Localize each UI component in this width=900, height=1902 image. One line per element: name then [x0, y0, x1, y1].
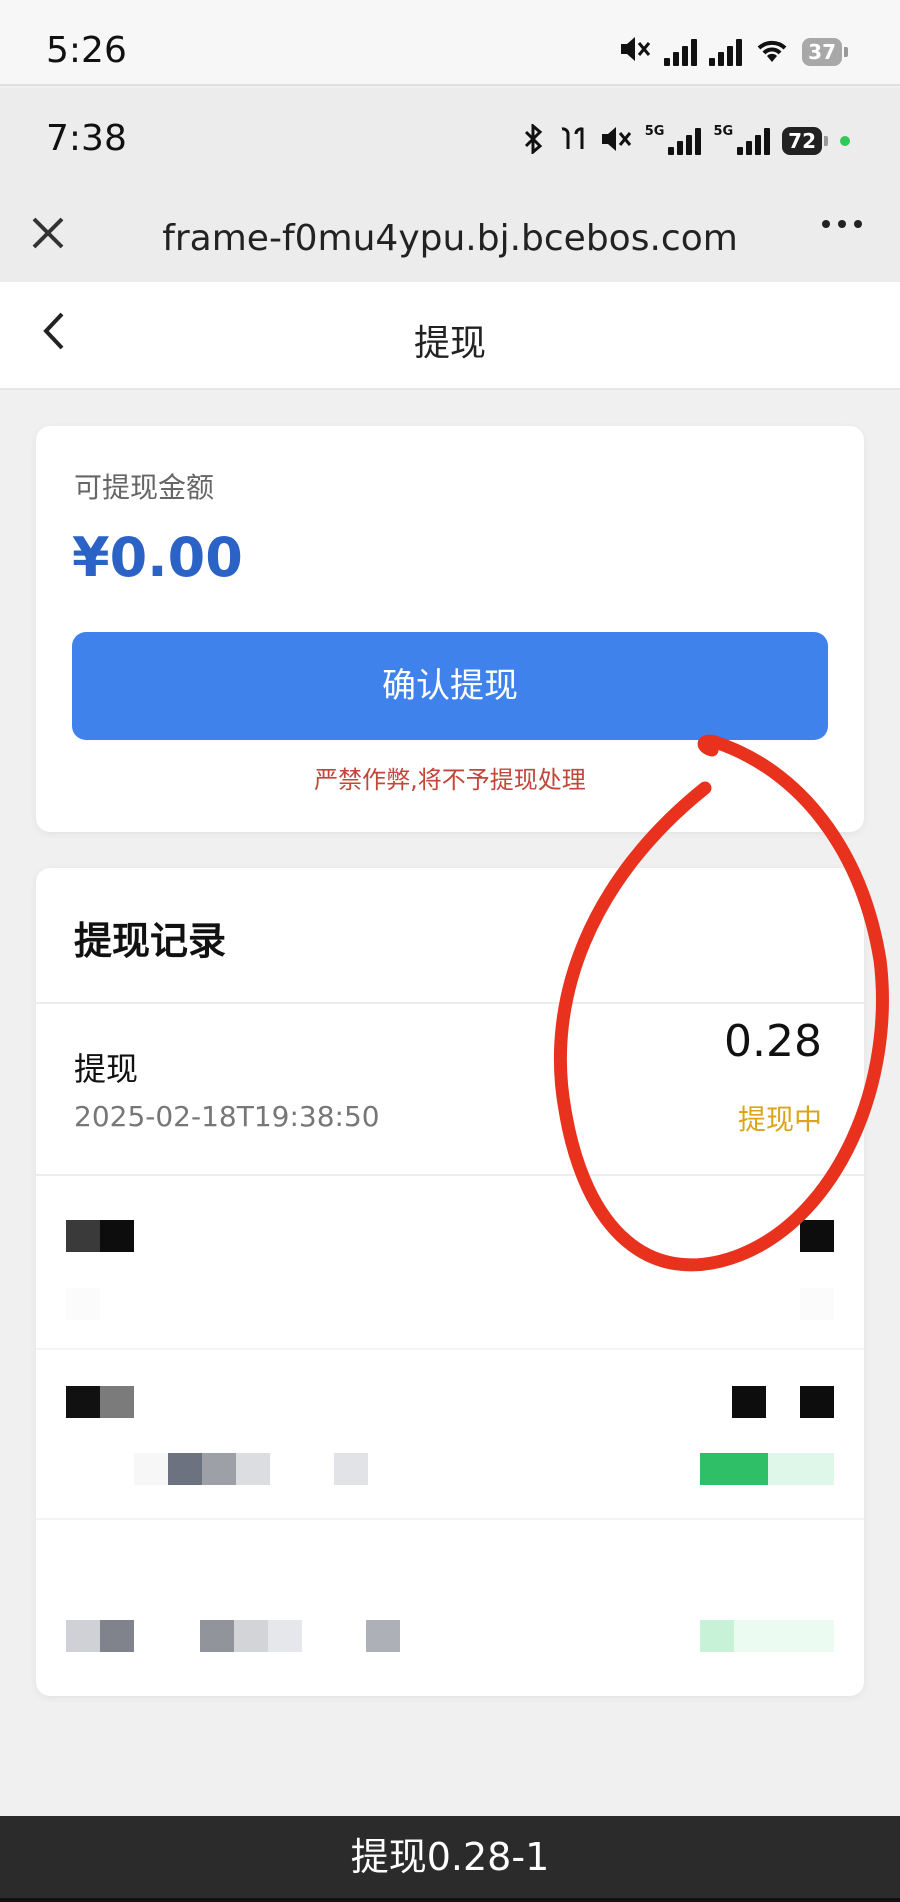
balance-label: 可提现金额: [74, 471, 215, 504]
earbuds-icon: [557, 125, 587, 157]
redaction-block: [66, 1220, 100, 1252]
signal-icon: [668, 127, 702, 155]
redaction-block: [366, 1620, 400, 1652]
redaction-block: [100, 1620, 134, 1652]
redaction-block: [100, 1220, 134, 1252]
mute-icon: [599, 124, 633, 158]
signal-icon-2: [737, 127, 771, 155]
caption-bar: 提现0.28-1: [0, 1816, 900, 1898]
redaction-block: [800, 1386, 834, 1418]
browser-url[interactable]: frame-f0mu4ypu.bj.bcebos.com: [0, 218, 900, 259]
redaction-block: [200, 1620, 234, 1652]
redaction-block: [100, 1386, 134, 1418]
redaction-block: [66, 1288, 100, 1320]
balance-card: 可提现金额 ¥0.00 确认提现 严禁作弊,将不予提现处理: [36, 426, 864, 832]
redaction-block: [700, 1453, 768, 1485]
record-time: 2025-02-18T19:38:50: [74, 1100, 380, 1133]
outer-status-icons: 37: [618, 34, 848, 69]
more-icon[interactable]: [820, 204, 864, 254]
records-title: 提现记录: [74, 919, 227, 963]
battery-icon: 72: [782, 127, 822, 155]
divider: [36, 1174, 864, 1176]
outer-status-bar: 5:26 37: [0, 0, 900, 86]
battery-tip: [844, 46, 848, 57]
redaction-block: [768, 1453, 834, 1485]
redaction-block: [66, 1620, 100, 1652]
confirm-withdraw-button[interactable]: 确认提现: [72, 632, 828, 740]
redaction-block: [134, 1453, 168, 1485]
redaction-block: [700, 1620, 734, 1652]
network-type-2: 5G: [713, 124, 734, 139]
redaction-block: [334, 1453, 368, 1485]
divider: [36, 1348, 864, 1350]
inner-status-time: 7:38: [46, 118, 127, 159]
redaction-block: [800, 1288, 834, 1320]
balance-amount: ¥0.00: [72, 526, 243, 589]
redaction-block: [234, 1620, 268, 1652]
divider: [36, 1002, 864, 1004]
withdraw-records-card: 提现记录 提现 2025-02-18T19:38:50 0.28 提现中: [36, 868, 864, 1696]
redaction-block: [800, 1220, 834, 1252]
browser-url-bar: frame-f0mu4ypu.bj.bcebos.com: [0, 196, 900, 282]
record-label: 提现: [74, 1050, 139, 1088]
battery-icon: 37: [802, 37, 842, 66]
privacy-indicator: [840, 136, 850, 146]
signal-icon-2: [709, 38, 743, 66]
redaction-block: [168, 1453, 202, 1485]
redaction-block: [268, 1620, 302, 1652]
redaction-block: [202, 1453, 236, 1485]
redaction-block: [236, 1453, 270, 1485]
wifi-icon: [754, 36, 790, 68]
inner-status-bar: 7:38 5G 5G 72: [0, 88, 900, 196]
inner-status-icons: 5G 5G 72: [523, 122, 850, 158]
redaction-block: [66, 1386, 100, 1418]
page-header: 提现: [0, 282, 900, 390]
bottom-strip: [0, 1898, 900, 1902]
record-status: 提现中: [737, 1103, 822, 1136]
page-title: 提现: [413, 323, 486, 364]
anti-cheat-warning: 严禁作弊,将不予提现处理: [314, 766, 586, 794]
divider: [36, 1518, 864, 1520]
mute-icon: [618, 34, 652, 69]
redaction-block: [732, 1386, 766, 1418]
outer-status-time: 5:26: [46, 30, 127, 71]
record-amount: 0.28: [724, 1016, 822, 1067]
network-type: 5G: [644, 124, 665, 139]
bluetooth-icon: [523, 122, 545, 158]
battery-tip: [824, 136, 828, 146]
signal-icon: [664, 38, 698, 66]
redaction-block: [734, 1620, 834, 1652]
